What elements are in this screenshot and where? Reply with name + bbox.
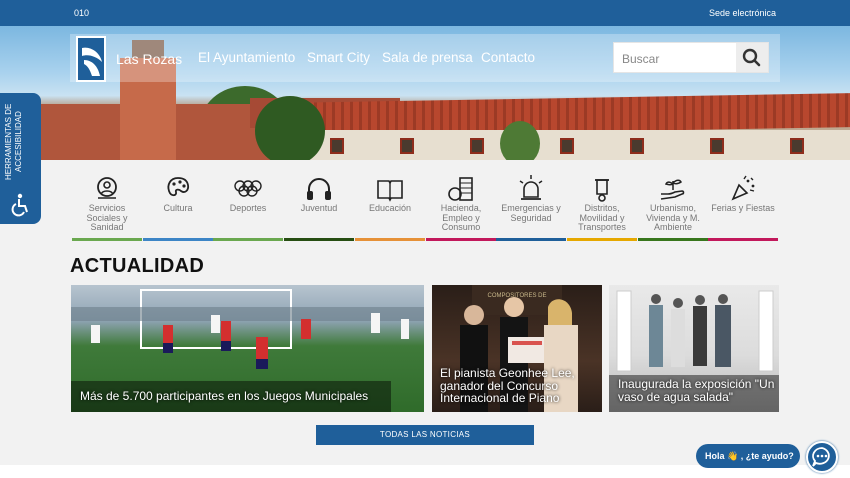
news-card[interactable]: Más de 5.700 participantes en los Juegos… — [71, 285, 424, 412]
wheelchair-icon — [11, 193, 28, 217]
category-label: Distritos, Movilidad y Transportes — [578, 203, 626, 232]
category-label: Servicios Sociales y Sanidad — [86, 203, 128, 232]
accessibility-label: HERRAMIENTAS DE ACCESIBILIDAD — [4, 103, 23, 181]
plant-hand-icon — [660, 179, 685, 200]
chat-prompt[interactable]: Hola 👋 , ¿te ayudo? — [696, 444, 800, 468]
category-cultura[interactable]: Cultura — [143, 172, 213, 241]
accessibility-tools-tab[interactable]: HERRAMIENTAS DE ACCESIBILIDAD — [0, 93, 41, 224]
category-distritos[interactable]: Distritos, Movilidad y Transportes — [567, 172, 637, 241]
category-label: Hacienda, Empleo y Consumo — [440, 203, 482, 232]
category-underline — [284, 238, 354, 241]
search-input[interactable]: Buscar — [622, 52, 659, 66]
search-icon — [742, 48, 761, 67]
category-underline — [143, 238, 213, 241]
category-label: Emergencias y Seguridad — [501, 203, 561, 223]
category-urbanismo[interactable]: Urbanismo, Vivienda y M. Ambiente — [638, 172, 708, 241]
category-underline — [567, 238, 637, 241]
category-underline — [708, 238, 778, 241]
category-underline — [426, 238, 496, 241]
category-label: Urbanismo, Vivienda y M. Ambiente — [646, 203, 700, 232]
chat-button[interactable] — [806, 441, 838, 473]
category-label: Educación — [368, 203, 412, 213]
category-label: Juventud — [300, 203, 338, 213]
logo-mark-icon — [82, 47, 102, 76]
category-label: Ferias y Fiestas — [711, 203, 775, 213]
social-services-icon — [97, 177, 117, 199]
news-card[interactable]: COMPOSITORES DE El pianista Geonhee Lee,… — [432, 285, 602, 412]
category-underline — [496, 238, 566, 241]
all-news-button[interactable]: TODAS LAS NOTICIAS — [316, 425, 534, 445]
menu-contacto[interactable]: Contacto — [481, 50, 535, 65]
category-servicios-sociales[interactable]: Servicios Sociales y Sanidad — [72, 172, 142, 241]
news-headline[interactable]: Más de 5.700 participantes en los Juegos… — [80, 390, 410, 403]
category-underline — [213, 238, 283, 241]
news-section-title: ACTUALIDAD — [70, 255, 205, 277]
category-juventud[interactable]: Juventud — [284, 172, 354, 241]
siren-icon — [519, 175, 543, 200]
top-bar: 010 Sede electrónica — [0, 0, 850, 26]
coins-icon — [448, 177, 473, 201]
category-educacion[interactable]: Educación — [355, 172, 425, 241]
scooter-icon — [595, 179, 609, 202]
news-headline[interactable]: Inaugurada la exposición "Un vaso de agu… — [618, 378, 776, 403]
logo[interactable] — [76, 36, 106, 82]
menu-ayuntamiento[interactable]: El Ayuntamiento — [198, 50, 295, 65]
category-emergencias[interactable]: Emergencias y Seguridad — [496, 172, 566, 241]
category-underline — [355, 238, 425, 241]
search-box[interactable]: Buscar — [613, 42, 769, 73]
e-office-link[interactable]: Sede electrónica — [709, 8, 776, 18]
category-underline — [72, 238, 142, 241]
brand-name[interactable]: Las Rozas — [116, 51, 182, 67]
news-headline[interactable]: El pianista Geonhee Lee, ganador del Con… — [440, 367, 600, 405]
party-popper-icon — [731, 175, 755, 201]
phone-link[interactable]: 010 — [74, 8, 89, 18]
category-label: Deportes — [229, 203, 267, 213]
category-ferias[interactable]: Ferias y Fiestas — [708, 172, 778, 241]
olympic-rings-icon — [234, 180, 262, 197]
menu-sala-prensa[interactable]: Sala de prensa — [382, 50, 473, 65]
palette-icon — [167, 177, 190, 197]
news-card[interactable]: Inaugurada la exposición "Un vaso de agu… — [609, 285, 779, 412]
book-icon — [377, 180, 403, 202]
category-underline — [638, 238, 708, 241]
category-deportes[interactable]: Deportes — [213, 172, 283, 241]
search-button[interactable] — [736, 43, 768, 72]
menu-smart-city[interactable]: Smart City — [307, 50, 370, 65]
category-label: Cultura — [163, 203, 193, 213]
chat-bubble-icon — [812, 447, 830, 467]
headphones-icon — [307, 178, 331, 200]
category-hacienda[interactable]: Hacienda, Empleo y Consumo — [426, 172, 496, 241]
